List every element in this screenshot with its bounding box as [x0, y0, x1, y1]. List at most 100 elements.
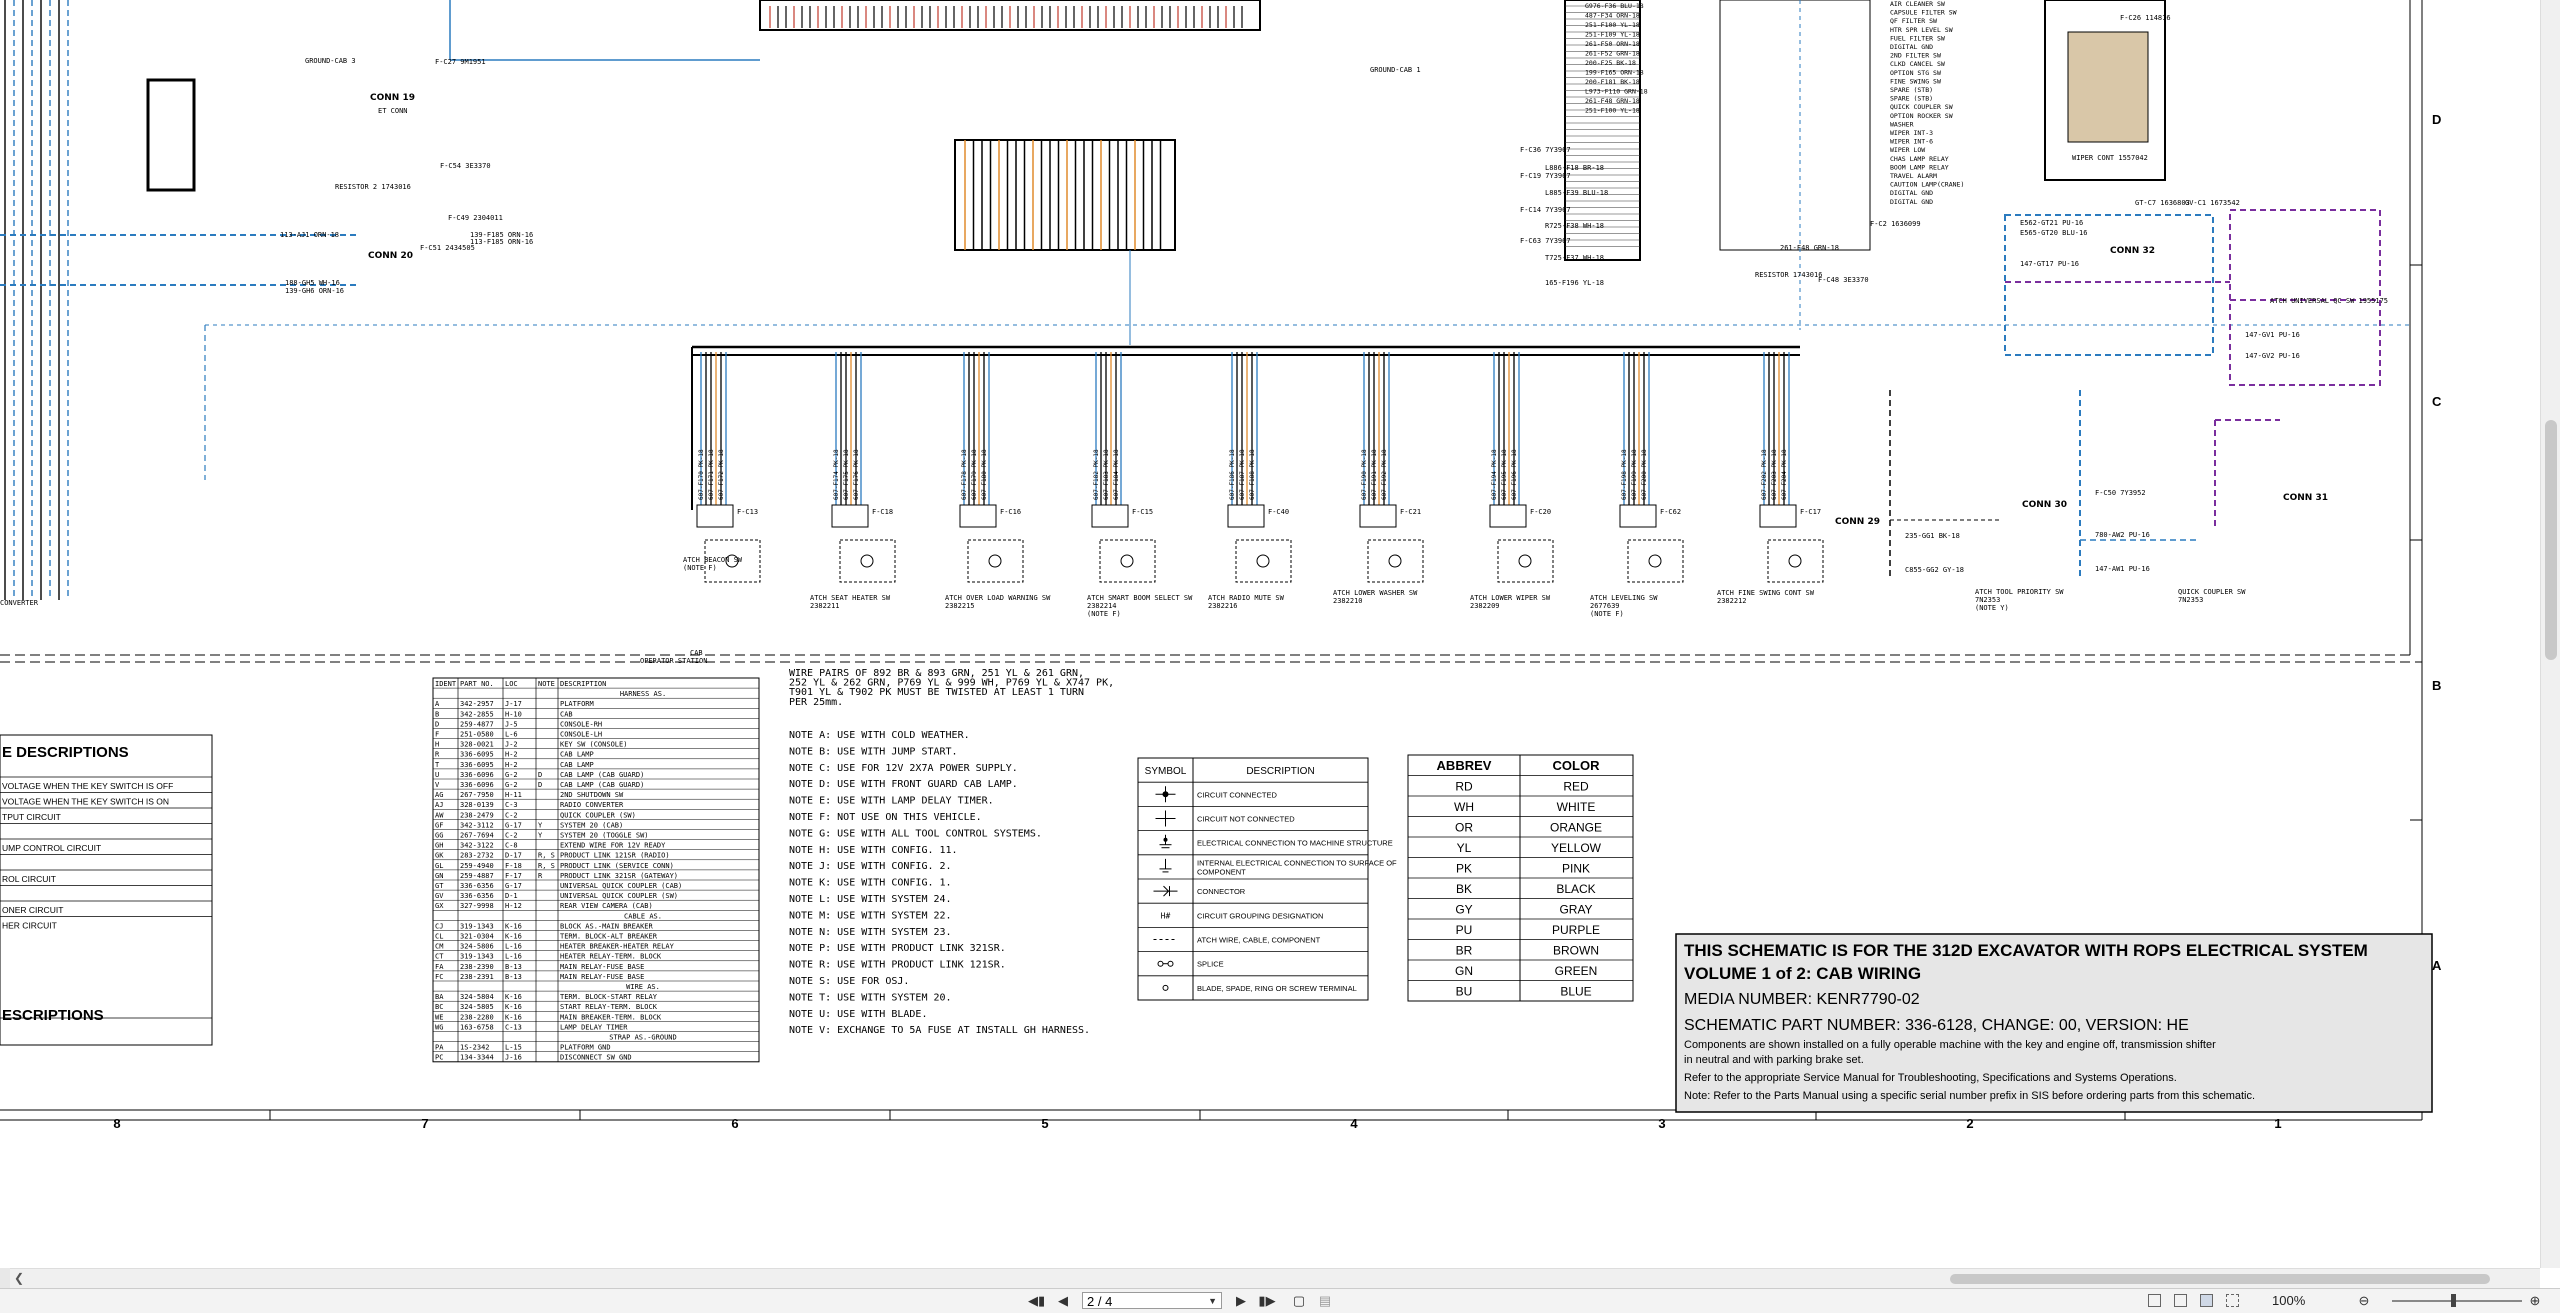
wire-label: R725-F38 WH-18: [1545, 222, 1604, 230]
parts-table-cell: GT: [435, 882, 444, 890]
note-item: NOTE U: USE WITH BLADE.: [789, 1009, 927, 1020]
parts-table-cell: G-17: [505, 882, 522, 890]
parts-table-cell: WE: [435, 1013, 443, 1021]
parts-table-cell: BC: [435, 1003, 443, 1011]
vertical-wire-label: 607-F174 PK-18: [833, 449, 840, 500]
vertical-scroll-thumb[interactable]: [2545, 420, 2557, 660]
vertical-scrollbar[interactable]: [2540, 0, 2560, 1268]
parts-table-cell: H: [435, 741, 439, 749]
title-line: in neutral and with parking brake set.: [1684, 1054, 1864, 1066]
color-abbrev: GY: [1455, 903, 1472, 917]
switch-body: [1235, 539, 1292, 583]
switch-connector: [1759, 504, 1797, 528]
document-viewport[interactable]: 8 7 6 5 4 3 2 1 D C B A F-C13 F-C18 F-C16 F-C15 F-C40 F-C…: [0, 0, 2540, 1268]
color-abbrev: BU: [1456, 985, 1473, 999]
function-label: WIPER INT-6: [1890, 138, 1933, 146]
parts-table-cell: MAIN RELAY-FUSE BASE: [560, 963, 644, 971]
last-page-icon[interactable]: ▮▶: [1258, 1291, 1276, 1311]
parts-table-cell: LAMP DELAY TIMER: [560, 1023, 628, 1031]
zoom-slider[interactable]: [2392, 1300, 2522, 1302]
ground-connector-strip: [146, 78, 196, 192]
page-number-field[interactable]: 2 / 4 ▼: [1082, 1292, 1222, 1309]
switch-connector: [831, 504, 869, 528]
previous-page-icon[interactable]: ◀: [1056, 1291, 1070, 1311]
connector-title: CONN 20: [368, 251, 413, 261]
fit-page-icon[interactable]: ▢: [1290, 1291, 1308, 1311]
switch-label: 2382216: [1208, 602, 1238, 610]
symbol-description: SPLICE: [1197, 960, 1224, 969]
zoom-slider-handle[interactable]: [2451, 1294, 2456, 1307]
switch-label: ATCH LOWER WASHER SW: [1333, 589, 1418, 597]
horizontal-scrollbar[interactable]: ❮: [0, 1268, 2540, 1289]
page-dropdown-chevron-icon[interactable]: ▼: [1208, 1293, 1217, 1310]
fc-connector-label: GV-C1 1673542: [2185, 199, 2240, 207]
connector-label: F-C16: [1000, 508, 1021, 516]
zoom-in-icon[interactable]: ⊕: [2526, 1291, 2544, 1311]
fit-width-icon[interactable]: ▤: [1316, 1291, 1334, 1311]
switch-label: ATCH RADIO MUTE SW: [1208, 594, 1285, 602]
switch-connector: [1091, 504, 1129, 528]
switch-label: ATCH SEAT HEATER SW: [810, 594, 891, 602]
svg-text:H#: H#: [1161, 911, 1171, 920]
switch-label: 7N2353: [1975, 596, 2000, 604]
color-abbrev: BK: [1456, 882, 1472, 896]
parts-table-cell: 328-0021: [460, 741, 494, 749]
horizontal-scroll-thumb[interactable]: [1950, 1274, 2490, 1284]
parts-table-cell: GV: [435, 892, 444, 900]
misc-label: GROUND-CAB 3: [305, 57, 356, 65]
symbol-table-header: DESCRIPTION: [1246, 766, 1314, 777]
parts-table-section: CABLE AS.: [624, 912, 662, 920]
vertical-wire-label: 607-F199 PK-18: [1631, 449, 1638, 500]
single-page-view-icon[interactable]: [2148, 1294, 2161, 1307]
switch-label: ATCH LOWER WIPER SW: [1470, 594, 1551, 602]
continuous-view-icon[interactable]: [2174, 1294, 2187, 1307]
parts-table-cell: L-6: [505, 731, 518, 739]
parts-table-cell: F-18: [505, 862, 522, 870]
wire-label: L886-F18 BR-18: [1545, 164, 1604, 172]
parts-table-cell: AJ: [435, 801, 443, 809]
title-line: Refer to the appropriate Service Manual …: [1684, 1072, 2177, 1084]
scroll-left-arrow-icon[interactable]: ❮: [14, 1271, 24, 1285]
color-abbrev: RD: [1455, 780, 1473, 794]
switch-label: 7N2353: [2178, 596, 2203, 604]
schematic-canvas: 8 7 6 5 4 3 2 1DCBAF-C13 F-C18 F-C16 F-C15 F-C40 F-C…: [0, 0, 2442, 1131]
parts-table-cell: C-3: [505, 801, 518, 809]
symbol-description: INTERNAL ELECTRICAL CONNECTION TO SURFAC…: [1197, 858, 1397, 867]
grid-column-label: 2: [1966, 1116, 1973, 1131]
parts-table-cell: H-12: [505, 902, 522, 910]
parts-table-cell: U: [435, 771, 439, 779]
function-label: HTR SPR LEVEL SW: [1890, 26, 1953, 34]
connector-title: CONN 32: [2110, 246, 2155, 256]
note-item: NOTE H: USE WITH CONFIG. 11.: [789, 845, 958, 856]
function-label-block: [1719, 0, 1871, 251]
parts-table-cell: CT: [435, 953, 444, 961]
switch-connector: [696, 504, 734, 528]
wire-label: 261-F52 GRN-18: [1585, 50, 1640, 58]
facing-view-icon[interactable]: [2200, 1294, 2213, 1307]
parts-table-cell: D: [538, 781, 542, 789]
parts-table-cell: 267-7950: [460, 791, 494, 799]
parts-table-cell: DISCONNECT SW GND: [560, 1054, 632, 1062]
parts-table-cell: TERM. BLOCK-ALT BREAKER: [560, 933, 658, 941]
parts-table-cell: UNIVERSAL QUICK COUPLER (SW): [560, 892, 678, 900]
parts-table-cell: CONSOLE-LH: [560, 731, 602, 739]
vertical-wire-label: 607-F172 PK-18: [718, 449, 725, 500]
vertical-wire-label: 607-F176 PK-18: [853, 449, 860, 500]
color-name: GREEN: [1555, 964, 1598, 978]
next-page-icon[interactable]: ▶: [1234, 1291, 1248, 1311]
fc-connector-label: F-C48 3E3370: [1818, 276, 1869, 284]
parts-table-cell: PC: [435, 1054, 443, 1062]
first-page-icon[interactable]: ◀▮: [1028, 1291, 1045, 1311]
switch-body: [1627, 539, 1684, 583]
misc-label: OPERATOR STATION: [640, 657, 707, 665]
note-item: NOTE B: USE WITH JUMP START.: [789, 746, 958, 757]
function-label: CAUTION LAMP(CRANE): [1890, 181, 1964, 189]
vertical-wire-label: 607-F187 PK-18: [1239, 449, 1246, 500]
vertical-wire-label: 607-F186 PK-18: [1229, 449, 1236, 500]
facing-continuous-view-icon[interactable]: [2226, 1294, 2239, 1307]
connector-label: F-C17: [1800, 508, 1821, 516]
zoom-out-icon[interactable]: ⊖: [2355, 1291, 2373, 1311]
parts-table-cell: 336-6356: [460, 892, 494, 900]
misc-label: CAB: [690, 649, 703, 657]
wire-label: 147-GT17 PU-16: [2020, 260, 2079, 268]
